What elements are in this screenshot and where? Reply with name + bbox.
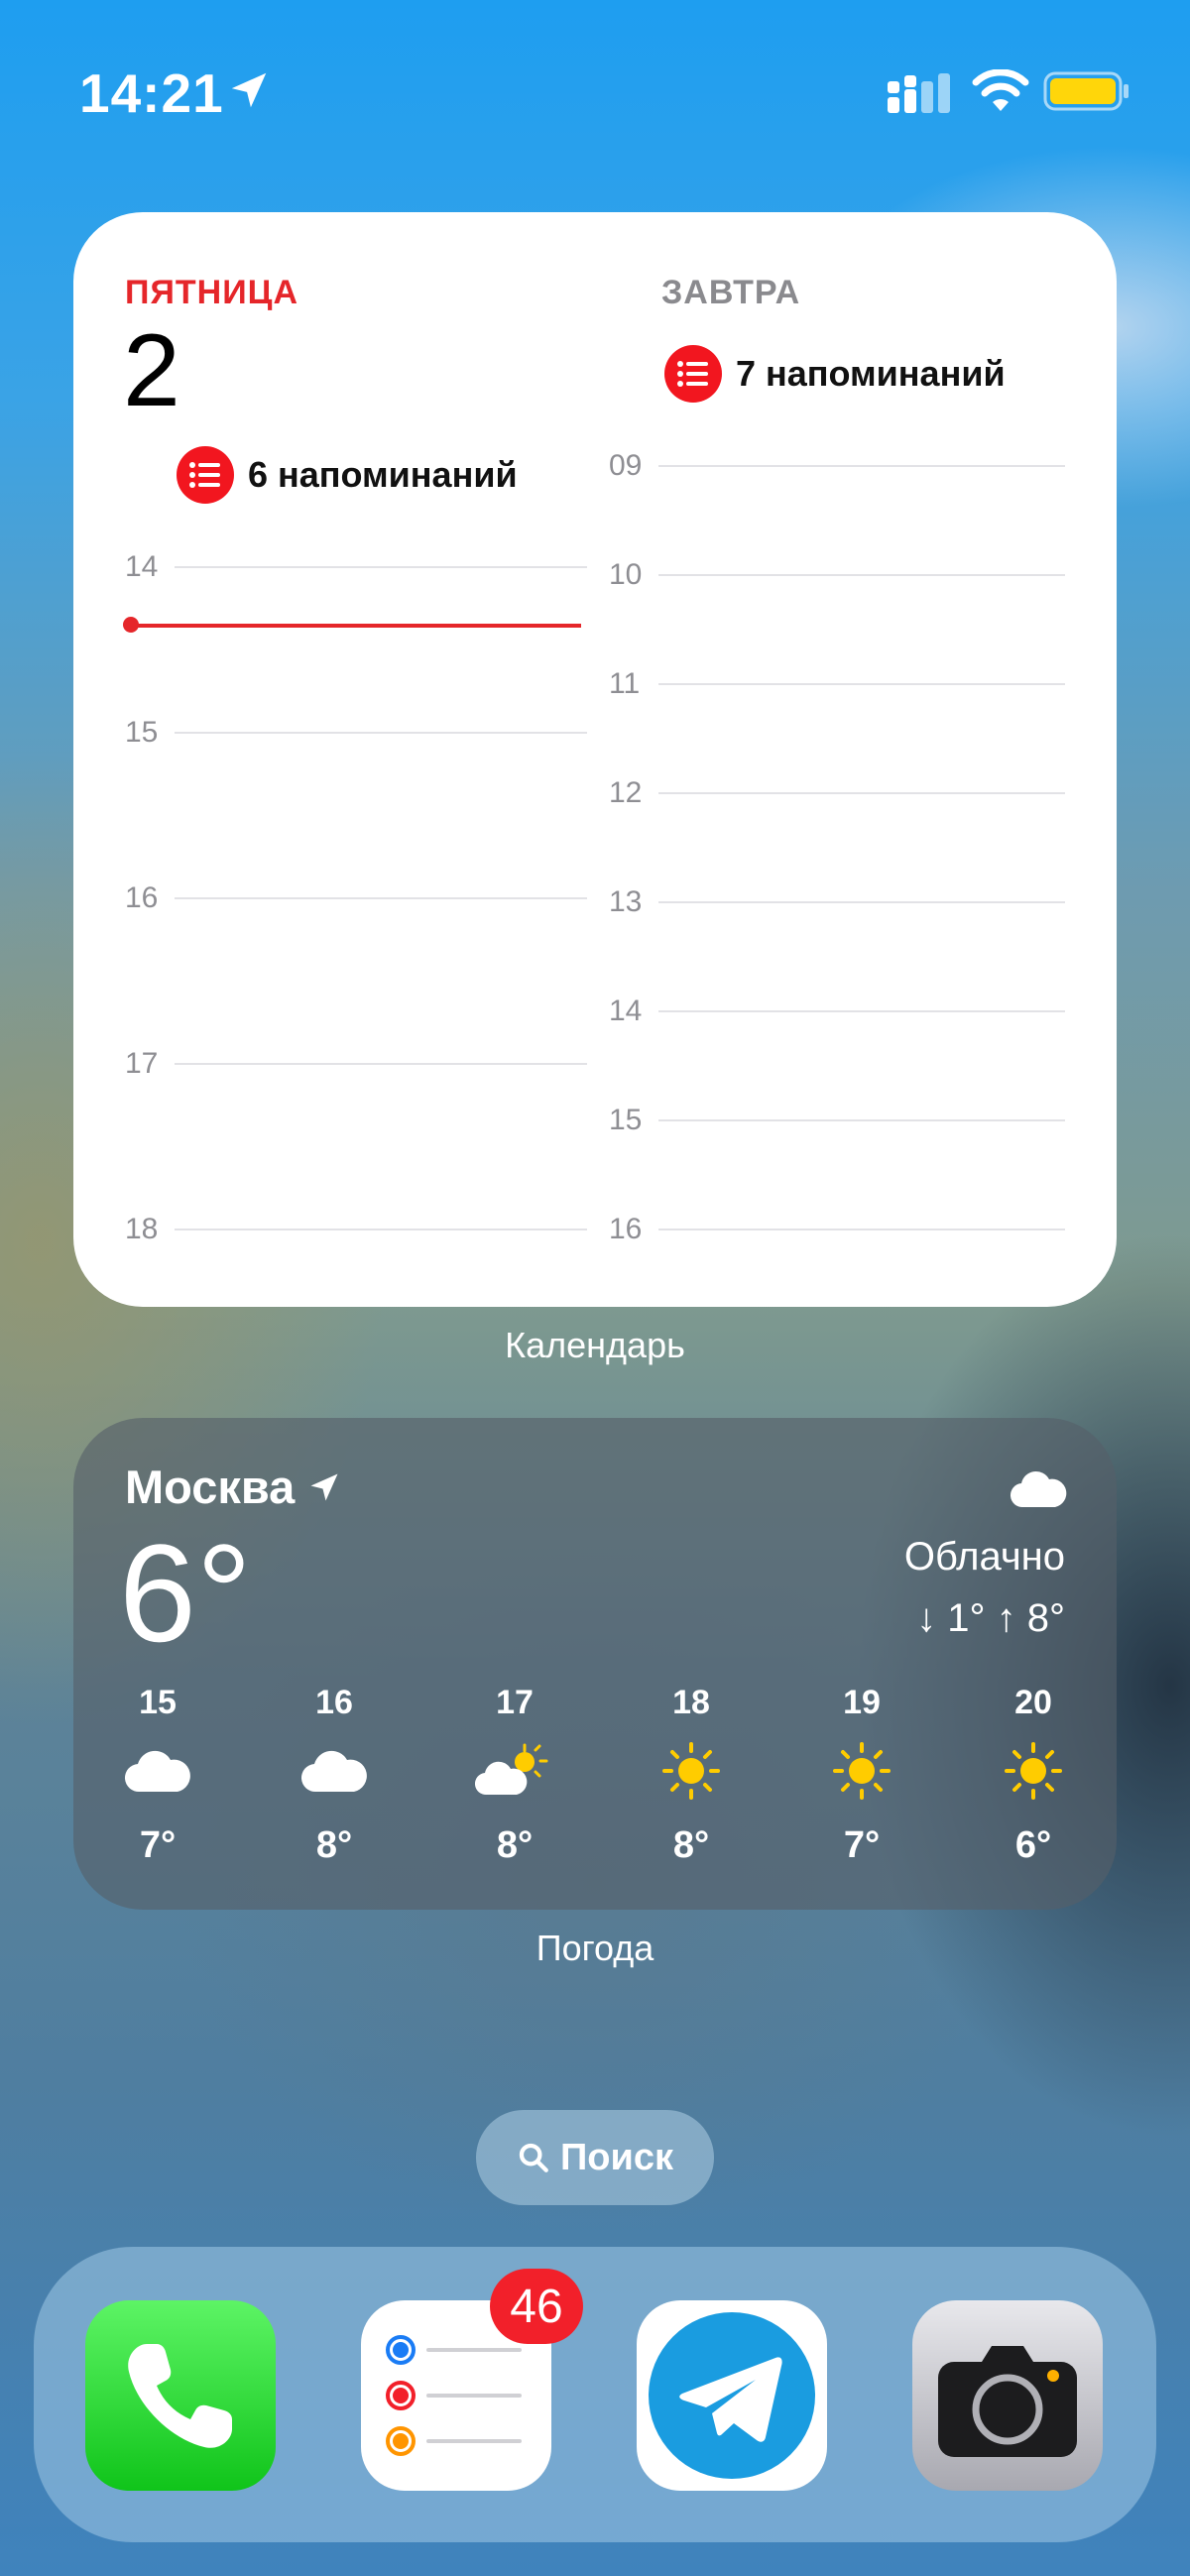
forecast-temp: 8° — [496, 1824, 534, 1866]
forecast-temp: 8° — [672, 1824, 710, 1866]
today-date: 2 — [123, 313, 180, 428]
partly-sunny-icon — [455, 1741, 574, 1801]
forecast-day: 18 — [672, 1684, 710, 1721]
hour-divider — [175, 897, 587, 899]
camera-app-icon[interactable] — [912, 2300, 1103, 2491]
weather-range: ↓ 1° ↑ 8° — [916, 1596, 1065, 1640]
wifi-icon — [972, 69, 1029, 111]
weather-city: Москва — [125, 1460, 342, 1514]
hour-divider — [658, 574, 1065, 576]
hour-divider — [658, 1229, 1065, 1230]
hour-row: 17 — [125, 1044, 587, 1084]
hour-label: 16 — [125, 881, 159, 914]
hour-label: 10 — [609, 558, 643, 591]
hour-row: 14 — [609, 992, 1065, 1031]
hour-label: 14 — [125, 550, 159, 583]
hour-label: 11 — [609, 667, 641, 700]
forecast-day: 16 — [315, 1684, 353, 1721]
forecast-day: 15 — [139, 1684, 177, 1721]
status-time: 14:21 — [79, 62, 224, 124]
location-arrow-icon — [310, 1473, 338, 1500]
hour-divider — [175, 566, 587, 568]
hour-row: 16 — [125, 878, 587, 918]
battery-icon — [1043, 71, 1129, 111]
location-arrow-icon — [231, 72, 267, 108]
weather-widget[interactable]: Москва 6° Облачно ↓ 1° ↑ 8° 15 7° 16 8° … — [73, 1418, 1117, 1910]
hour-label: 15 — [125, 716, 159, 749]
hour-divider — [658, 792, 1065, 794]
tomorrow-reminders[interactable]: 7 напоминаний — [664, 345, 1006, 403]
hour-label: 17 — [125, 1047, 159, 1080]
hour-row: 14 — [125, 547, 587, 587]
forecast-day: 20 — [1014, 1684, 1052, 1721]
forecast-day: 19 — [843, 1684, 881, 1721]
tomorrow-label: ЗАВТРА — [661, 274, 801, 311]
hour-label: 09 — [609, 449, 643, 482]
tomorrow-reminders-label: 7 напоминаний — [736, 353, 1006, 394]
search-button[interactable]: Поиск — [476, 2110, 714, 2205]
search-label: Поиск — [559, 2136, 674, 2178]
weather-city-name: Москва — [125, 1461, 296, 1513]
hour-row: 18 — [125, 1210, 587, 1249]
current-time-line — [131, 624, 581, 628]
weather-widget-label: Погода — [536, 1928, 654, 1968]
calendar-widget-label: Календарь — [505, 1325, 685, 1365]
current-time-dot — [123, 617, 139, 633]
hour-row: 09 — [609, 446, 1065, 486]
hour-divider — [175, 732, 587, 734]
forecast-day: 17 — [496, 1684, 534, 1721]
hour-label: 13 — [609, 885, 643, 918]
hour-row: 10 — [609, 555, 1065, 595]
sun-icon — [974, 1741, 1093, 1801]
phone-app-icon[interactable] — [85, 2300, 276, 2491]
cloud-icon — [1010, 1470, 1067, 1508]
hour-row: 15 — [125, 713, 587, 753]
cloud-icon — [98, 1741, 217, 1801]
calendar-widget[interactable]: ПЯТНИЦА 2 6 напоминаний ЗАВТРА 7 напомин… — [73, 212, 1117, 1307]
hour-divider — [658, 1010, 1065, 1012]
cloud-icon — [275, 1741, 394, 1801]
hour-label: 12 — [609, 776, 643, 809]
hour-label: 18 — [125, 1213, 159, 1245]
hour-row: 16 — [609, 1210, 1065, 1249]
reminders-list-icon — [177, 446, 234, 504]
weather-current-temp: 6° — [119, 1515, 252, 1671]
forecast-temp: 7° — [843, 1824, 881, 1866]
status-bar: 14:21 — [0, 0, 1190, 178]
forecast-temp: 7° — [139, 1824, 177, 1866]
hour-label: 14 — [609, 995, 643, 1027]
forecast-temp: 6° — [1014, 1824, 1052, 1866]
reminders-list-icon — [664, 345, 722, 403]
hour-divider — [658, 901, 1065, 903]
weather-condition: Облачно — [903, 1535, 1065, 1579]
today-weekday: ПЯТНИЦА — [125, 274, 299, 311]
hour-label: 15 — [609, 1104, 643, 1136]
hour-label: 16 — [609, 1213, 643, 1245]
hour-row: 15 — [609, 1101, 1065, 1140]
sun-icon — [632, 1741, 751, 1801]
forecast-temp: 8° — [315, 1824, 353, 1866]
today-reminders-label: 6 напоминаний — [248, 454, 518, 495]
notification-badge: 46 — [490, 2269, 583, 2344]
telegram-app-icon[interactable] — [637, 2300, 827, 2491]
hour-row: 11 — [609, 664, 1065, 704]
search-icon — [519, 2143, 548, 2172]
hour-divider — [658, 683, 1065, 685]
sun-icon — [802, 1741, 921, 1801]
today-reminders[interactable]: 6 напоминаний — [177, 446, 518, 504]
hour-divider — [175, 1229, 587, 1230]
hour-divider — [175, 1063, 587, 1065]
hour-row: 13 — [609, 882, 1065, 922]
hour-row: 12 — [609, 773, 1065, 813]
hour-divider — [658, 1119, 1065, 1121]
hour-divider — [658, 465, 1065, 467]
cellular-signal-icon — [888, 73, 950, 113]
